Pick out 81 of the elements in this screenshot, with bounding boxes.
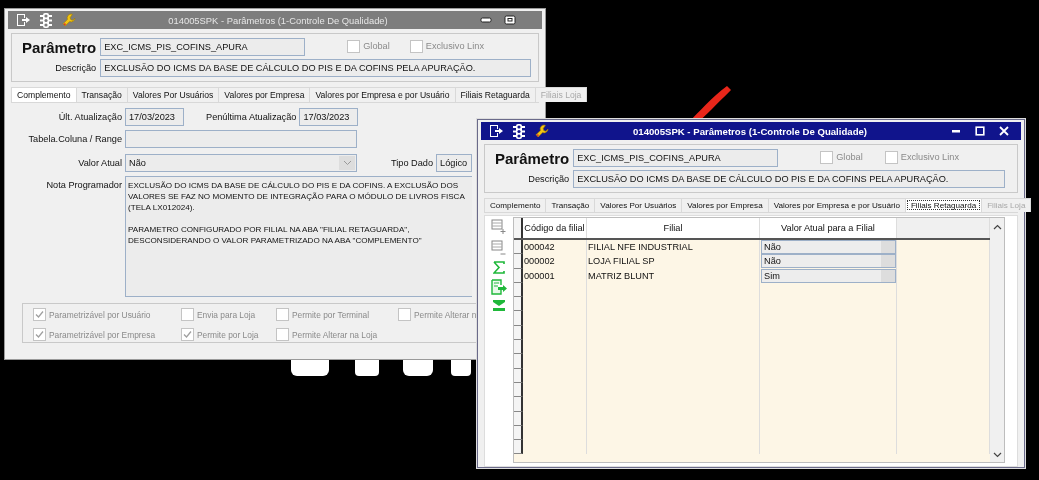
row-header[interactable] bbox=[514, 368, 523, 383]
table-cell: 000002 bbox=[523, 254, 587, 269]
scroll-up-icon[interactable] bbox=[992, 224, 1002, 230]
dropdown[interactable]: Não bbox=[761, 254, 896, 269]
field-label: Descrição bbox=[527, 174, 570, 184]
minimize-icon[interactable] bbox=[480, 15, 492, 25]
column-header[interactable]: Código da filial bbox=[523, 218, 587, 238]
tab[interactable]: Filiais Retaguarda bbox=[904, 198, 983, 212]
checkbox-label: Exclusivo Linx bbox=[900, 152, 959, 162]
scrollbar[interactable] bbox=[990, 218, 1004, 462]
sigma-icon[interactable] bbox=[493, 261, 505, 274]
tab[interactable]: Valores por Empresa bbox=[218, 87, 311, 102]
input-field[interactable]: EXCLUSÃO DO ICMS DA BASE DE CÁLCULO DO PIS E DA COFINS PELA APURAÇÃO. bbox=[100, 59, 532, 77]
row-header[interactable] bbox=[514, 240, 523, 255]
table-cell: 000001 bbox=[523, 268, 587, 283]
row-header[interactable] bbox=[514, 254, 523, 269]
row-header[interactable] bbox=[514, 311, 523, 326]
column-header[interactable]: Filial bbox=[587, 218, 760, 238]
row-header[interactable] bbox=[514, 282, 523, 298]
row-header[interactable] bbox=[514, 440, 523, 455]
table-cell: FILIAL NFE INDUSTRIAL bbox=[587, 240, 760, 255]
wrench-icon[interactable] bbox=[535, 124, 549, 138]
row-header[interactable] bbox=[514, 325, 523, 341]
row-header[interactable] bbox=[514, 425, 523, 441]
date-field[interactable]: 17/03/2023 bbox=[299, 108, 359, 126]
dropdown[interactable]: Sim bbox=[761, 268, 896, 283]
tab[interactable]: Transação bbox=[75, 87, 128, 102]
dropdown[interactable]: Não bbox=[761, 240, 896, 255]
chevron-icon bbox=[339, 156, 355, 170]
checkbox-label: Parametrizável por Empresa bbox=[49, 329, 156, 340]
tab[interactable]: Transação bbox=[545, 198, 596, 212]
window-title: 014005SPK - Parâmetros (1-Controle De Qualidade) bbox=[167, 14, 389, 26]
dropdown[interactable]: Não bbox=[125, 154, 357, 172]
input-field[interactable]: EXC_ICMS_PIS_COFINS_APURA bbox=[100, 38, 306, 56]
date-field[interactable]: 17/03/2023 bbox=[125, 108, 184, 126]
tab[interactable]: Valores por Empresa bbox=[681, 198, 769, 212]
row-header[interactable] bbox=[514, 411, 523, 426]
field-label: Nota Programador bbox=[45, 179, 122, 192]
checkbox-label: Global bbox=[363, 41, 390, 51]
field-label: Penúltima Atualização bbox=[206, 112, 297, 122]
checkbox-label: Global bbox=[836, 152, 863, 162]
row-header[interactable] bbox=[514, 297, 523, 312]
field-label: Descrição bbox=[54, 63, 97, 73]
input-field[interactable]: EXCLUSÃO DO ICMS DA BASE DE CÁLCULO DO PIS E DA COFINS PELA APURAÇÃO. bbox=[573, 170, 1006, 188]
checkbox-label: Envia para Loja bbox=[197, 309, 256, 320]
row-header[interactable] bbox=[514, 397, 523, 412]
checkbox-label: Permite Alterar n bbox=[414, 309, 477, 320]
tab[interactable]: Valores por Empresa e por Usuário bbox=[309, 87, 456, 102]
tab[interactable]: Valores por Empresa e por Usuário bbox=[767, 198, 906, 212]
traffic-light-icon[interactable] bbox=[513, 123, 525, 139]
input-field[interactable]: EXC_ICMS_PIS_COFINS_APURA bbox=[573, 149, 779, 167]
maximize-icon[interactable] bbox=[975, 126, 985, 136]
checkbox-label: Permite por Loja bbox=[197, 329, 259, 340]
checkbox-label: Parametrizável por Usuário bbox=[49, 309, 151, 320]
field-label: Tipo Dado bbox=[391, 158, 434, 168]
close-icon[interactable] bbox=[999, 126, 1009, 136]
field-label: Parâmetro bbox=[22, 38, 97, 56]
field-label: Valor Atual bbox=[77, 157, 122, 170]
tab[interactable]: Filiais Retaguarda bbox=[454, 87, 536, 102]
row-header[interactable] bbox=[514, 340, 523, 355]
input-field[interactable]: Lógico bbox=[436, 154, 473, 172]
checkbox-label: Permite por Terminal bbox=[292, 309, 370, 320]
document-arrow-icon[interactable] bbox=[489, 124, 503, 138]
checkbox-label: Permite Alterar na Loja bbox=[292, 329, 378, 340]
window-title: 014005SPK - Parâmetros (1-Controle De Qualidade) bbox=[631, 125, 869, 137]
table-cell: MATRIZ BLUNT bbox=[587, 268, 760, 283]
checkbox-label: Exclusivo Linx bbox=[425, 41, 484, 51]
field-label: Tabela.Coluna / Range bbox=[27, 133, 122, 146]
field-label: Últ. Atualização bbox=[57, 111, 122, 124]
table-cell: 000042 bbox=[523, 240, 587, 255]
tab[interactable]: Complemento bbox=[484, 198, 547, 212]
scroll-down-icon[interactable] bbox=[992, 452, 1002, 458]
row-header[interactable] bbox=[514, 382, 523, 398]
tab[interactable]: Complemento bbox=[11, 87, 77, 102]
restore-icon[interactable] bbox=[504, 15, 516, 25]
input-field[interactable] bbox=[125, 130, 357, 148]
table-cell: LOJA FILIAL SP bbox=[587, 254, 760, 269]
row-header[interactable] bbox=[514, 268, 523, 283]
field-label: Parâmetro bbox=[495, 149, 570, 167]
text-area[interactable]: EXCLUSÃO DO ICMS DA BASE DE CÁLCULO DO PIS E DA COFINS. A EXCLUSÃO DOS VALORES SE FAZ NO MOMENTO DE INTEGRAÇÃO PARA O MÓDULO DE LIVROS FISCA (TELA LX012024). PARAMETRO CONFIGURADO POR FILIAL NA ABA "FILIAL RETAGUARDA", DESCONSIDERANDO O VALOR PARAMETRIZADO NA ABA "COMPLEMENTO" bbox=[125, 176, 472, 297]
row-header[interactable] bbox=[514, 354, 523, 369]
